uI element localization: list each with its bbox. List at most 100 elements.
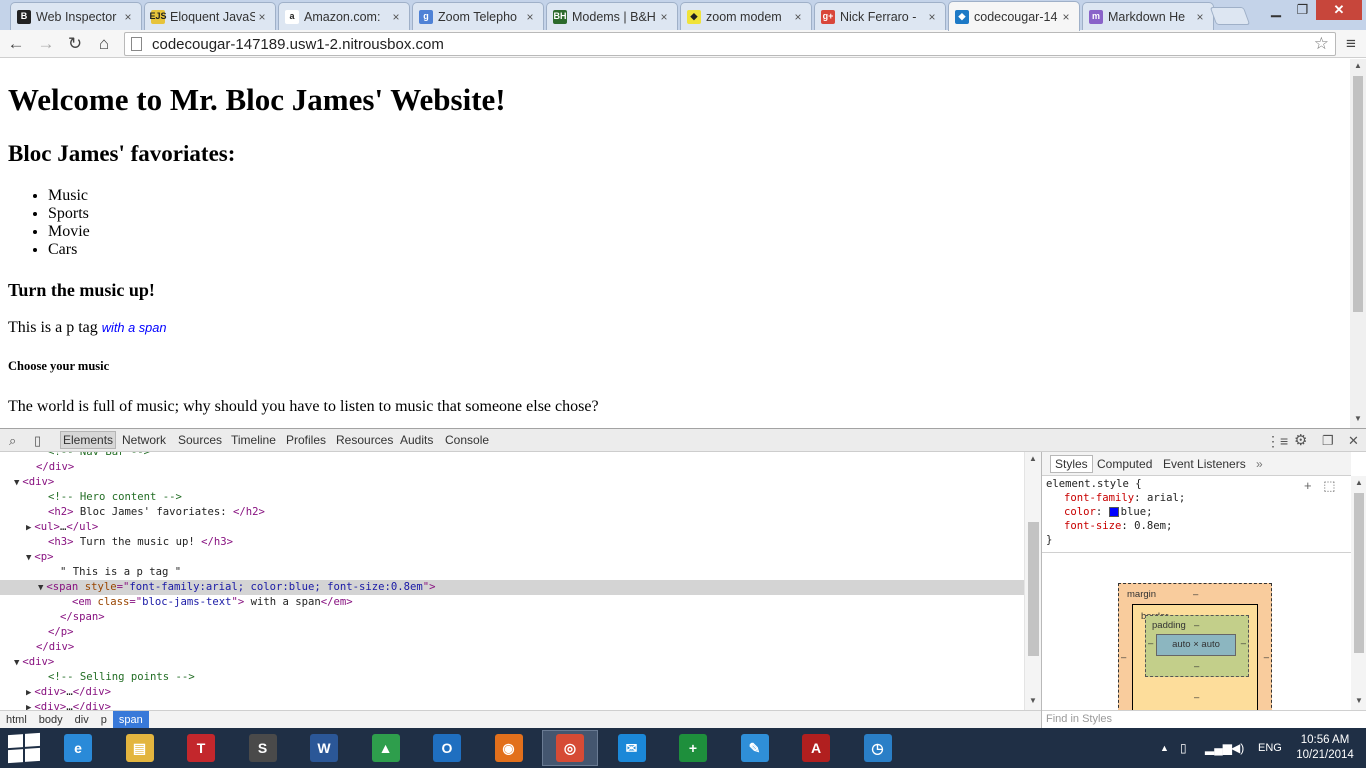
volume-icon[interactable]: ◀): [1231, 741, 1244, 755]
tab-styles[interactable]: Styles: [1050, 455, 1093, 473]
tab-close-icon[interactable]: ×: [925, 10, 939, 24]
expand-triangle-icon[interactable]: ▶: [26, 703, 31, 710]
dom-node-line[interactable]: </p>: [0, 625, 1024, 640]
style-property[interactable]: color: blue;: [1046, 505, 1185, 519]
url-text[interactable]: codecougar-147189.usw1-2.nitrousbox.com: [152, 36, 444, 53]
property-value[interactable]: arial;: [1147, 492, 1185, 504]
taskbar-acrobat-button[interactable]: A: [788, 730, 844, 766]
breadcrumb-p[interactable]: p: [95, 711, 113, 729]
dom-node-line[interactable]: ▼ <p>: [0, 550, 1024, 565]
taskbar-excel-button[interactable]: +: [665, 730, 721, 766]
property-name[interactable]: font-size: [1064, 520, 1121, 532]
tab-3[interactable]: a Amazon.com: ×: [278, 2, 410, 30]
taskbar-drive-button[interactable]: ▲: [358, 730, 414, 766]
tab-event-listeners[interactable]: Event Listeners: [1163, 457, 1246, 471]
breadcrumb-div[interactable]: div: [69, 711, 95, 729]
taskbar-explorer-button[interactable]: ▤: [112, 730, 168, 766]
expand-triangle-icon[interactable]: ▶: [26, 523, 31, 533]
find-in-styles-input[interactable]: Find in Styles: [1042, 710, 1366, 728]
scroll-down-arrow-icon[interactable]: ▼: [1351, 696, 1366, 705]
dom-node-line[interactable]: ▶ <div>…</div>: [0, 700, 1024, 710]
signal-icon[interactable]: ▂▄▆: [1205, 741, 1232, 755]
dom-node-line[interactable]: ▼ <div>: [0, 655, 1024, 670]
breadcrumb-body[interactable]: body: [33, 711, 69, 729]
styles-scrollbar[interactable]: ▲ ▼: [1351, 476, 1366, 710]
window-maximize-button[interactable]: ❐: [1289, 0, 1316, 20]
scroll-up-arrow-icon[interactable]: ▲: [1351, 478, 1366, 487]
tab-6[interactable]: ◆ zoom modem ×: [680, 2, 812, 30]
devtools-close-icon[interactable]: ✕: [1348, 433, 1359, 449]
element-state-icon[interactable]: ⬚: [1323, 478, 1335, 493]
scroll-down-arrow-icon[interactable]: ▼: [1350, 414, 1366, 423]
devtools-tab-sources[interactable]: Sources: [178, 433, 222, 447]
window-close-button[interactable]: ✕: [1316, 0, 1362, 20]
collapse-triangle-icon[interactable]: ▼: [38, 583, 43, 593]
taskbar-safari-button[interactable]: ◷: [850, 730, 906, 766]
dom-node-line[interactable]: " This is a p tag ": [0, 565, 1024, 580]
dom-node-line[interactable]: ▼ <div>: [0, 475, 1024, 490]
taskbar-lync-button[interactable]: ✉: [604, 730, 660, 766]
dom-node-line[interactable]: ▶ <ul>…</ul>: [0, 520, 1024, 535]
scroll-down-arrow-icon[interactable]: ▼: [1025, 696, 1041, 705]
menu-icon[interactable]: ≡: [1340, 33, 1362, 55]
tray-expand-icon[interactable]: ▲: [1160, 743, 1169, 753]
dom-node-line[interactable]: </div>: [0, 460, 1024, 475]
tab-4[interactable]: g Zoom Telepho ×: [412, 2, 544, 30]
settings-gear-icon[interactable]: ⚙: [1294, 431, 1307, 449]
dom-node-line[interactable]: ▼ <span style="font-family:arial; color:b…: [0, 580, 1024, 595]
dom-node-line[interactable]: <!-- Nav Bar -->: [0, 452, 1024, 460]
taskbar-t-app-button[interactable]: T: [173, 730, 229, 766]
style-property[interactable]: font-size: 0.8em;: [1046, 519, 1185, 533]
dom-node-line[interactable]: <!-- Hero content -->: [0, 490, 1024, 505]
tab-close-icon[interactable]: ×: [255, 10, 269, 24]
elements-scrollbar[interactable]: ▲ ▼: [1024, 452, 1041, 710]
scrollbar-thumb[interactable]: [1353, 76, 1363, 312]
tab-close-icon[interactable]: ×: [121, 10, 135, 24]
taskbar-firefox-button[interactable]: ◉: [481, 730, 537, 766]
property-name[interactable]: color: [1064, 506, 1096, 518]
tab-1[interactable]: B Web Inspector ×: [10, 2, 142, 30]
taskbar-outlook-button[interactable]: O: [419, 730, 475, 766]
tab-close-icon[interactable]: ×: [389, 10, 403, 24]
dom-node-line[interactable]: ▶ <div>…</div>: [0, 685, 1024, 700]
tab-computed[interactable]: Computed: [1097, 457, 1152, 471]
tab-7[interactable]: g+ Nick Ferraro - ×: [814, 2, 946, 30]
tab-close-icon[interactable]: ×: [1059, 10, 1073, 24]
reload-icon[interactable]: ↻: [64, 33, 86, 55]
dom-node-line[interactable]: <h2> Bloc James' favoriates: </h2>: [0, 505, 1024, 520]
tab-5[interactable]: BH Modems | B&H ×: [546, 2, 678, 30]
dom-node-line[interactable]: <h3> Turn the music up! </h3>: [0, 535, 1024, 550]
language-indicator[interactable]: ENG: [1258, 742, 1282, 754]
add-rule-icon[interactable]: +: [1304, 478, 1312, 493]
taskbar-notes-button[interactable]: ✎: [727, 730, 783, 766]
dom-node-line[interactable]: <em class="bloc-jams-text"> with a span<…: [0, 595, 1024, 610]
element-style-rule[interactable]: element.style { font-family: arial; color…: [1046, 477, 1185, 547]
home-icon[interactable]: ⌂: [93, 33, 115, 55]
tab-close-icon[interactable]: ×: [523, 10, 537, 24]
address-bar[interactable]: codecougar-147189.usw1-2.nitrousbox.com …: [124, 32, 1336, 56]
window-minimize-button[interactable]: ▁: [1263, 0, 1289, 20]
expand-triangle-icon[interactable]: ▶: [26, 688, 31, 698]
tab-2[interactable]: EJS Eloquent JavaS ×: [144, 2, 276, 30]
scroll-up-arrow-icon[interactable]: ▲: [1025, 454, 1041, 463]
new-tab-button[interactable]: [1209, 7, 1251, 25]
devtools-tab-profiles[interactable]: Profiles: [286, 433, 326, 447]
devtools-tab-elements[interactable]: Elements: [60, 431, 117, 449]
devtools-tab-network[interactable]: Network: [122, 433, 166, 447]
collapse-triangle-icon[interactable]: ▼: [14, 658, 19, 668]
dom-node-line[interactable]: <!-- Selling points -->: [0, 670, 1024, 685]
tab-9[interactable]: m Markdown He ×: [1082, 2, 1214, 30]
devtools-tab-timeline[interactable]: Timeline: [231, 433, 276, 447]
tab-close-icon[interactable]: ×: [1193, 10, 1207, 24]
property-value[interactable]: blue;: [1121, 506, 1153, 518]
forward-arrow-icon[interactable]: →: [35, 33, 57, 55]
devtools-tab-audits[interactable]: Audits: [400, 433, 433, 447]
scrollbar-thumb[interactable]: [1028, 522, 1039, 656]
page-scrollbar[interactable]: ▲ ▼: [1350, 59, 1366, 428]
back-arrow-icon[interactable]: ←: [5, 33, 27, 55]
scrollbar-thumb[interactable]: [1354, 493, 1364, 653]
dom-node-line[interactable]: </span>: [0, 610, 1024, 625]
collapse-triangle-icon[interactable]: ▼: [26, 553, 31, 563]
elements-tree[interactable]: <!-- Nav Bar --> </div> ▼ <div> <!-- Hero co…: [0, 452, 1041, 710]
battery-icon[interactable]: ▯: [1180, 741, 1187, 755]
